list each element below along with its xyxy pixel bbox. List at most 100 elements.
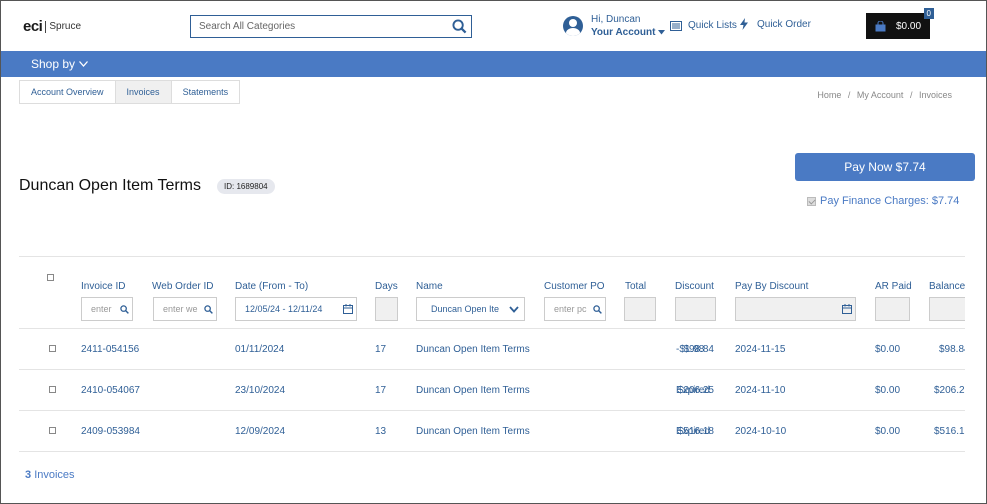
chevron-down-icon — [79, 61, 89, 67]
table-row[interactable]: 2410-054067 23/10/2024 17 Duncan Open It… — [19, 370, 965, 411]
table-row[interactable]: 2409-053984 12/09/2024 13 Duncan Open It… — [19, 411, 965, 452]
days-filter[interactable] — [375, 297, 398, 321]
invoice-id-link[interactable]: 2410-054067 — [81, 385, 140, 396]
logo-eci-text: eci — [23, 18, 43, 35]
invoice-id-filter[interactable]: enter — [81, 297, 133, 321]
quick-lists-link[interactable]: Quick Lists — [670, 20, 737, 31]
account-id-badge: ID: 1689804 — [217, 179, 275, 194]
invoice-pay-by-discount: 2024-11-15 — [735, 344, 786, 355]
cart-count-badge: 0 — [923, 8, 934, 19]
account-tabs: Account Overview Invoices Statements — [19, 80, 241, 104]
col-header-name[interactable]: Name — [416, 281, 443, 292]
invoice-discount: Expired — [676, 426, 710, 437]
invoice-days: 13 — [375, 426, 387, 437]
cart-button[interactable]: $0.00 0 — [866, 8, 934, 39]
invoice-days: 17 — [375, 344, 387, 355]
date-range-filter[interactable]: 12/05/24 - 12/11/24 — [235, 297, 357, 321]
col-header-pay-by-discount[interactable]: Pay By Discount — [735, 281, 808, 292]
date-range-value: 12/05/24 - 12/11/24 — [245, 304, 323, 314]
web-order-id-filter-placeholder: enter we — [163, 304, 198, 314]
user-avatar-icon — [563, 16, 583, 36]
web-order-id-filter[interactable]: enter we — [153, 297, 217, 321]
invoice-balance: $516.18 — [934, 426, 965, 437]
col-header-date[interactable]: Date (From - To) — [235, 281, 308, 292]
invoice-ar-paid: $0.00 — [875, 344, 901, 355]
customer-po-filter-placeholder: enter pc — [554, 304, 587, 314]
invoice-id-link[interactable]: 2409-053984 — [81, 426, 140, 437]
logo-spruce-text: Spruce — [49, 21, 82, 32]
invoice-date: 12/09/2024 — [235, 426, 286, 437]
row-select-checkbox[interactable] — [49, 386, 56, 393]
calendar-icon[interactable] — [839, 304, 855, 314]
invoice-name: Duncan Open Item Terms — [416, 344, 530, 355]
name-filter-value: Duncan Open Ite — [431, 304, 500, 314]
search-bar — [190, 15, 472, 38]
list-icon — [670, 20, 682, 31]
shop-by-label: Shop by — [31, 57, 76, 71]
main-nav-bar: Shop by — [1, 51, 986, 77]
col-header-web-order-id[interactable]: Web Order ID — [152, 281, 214, 292]
name-filter-select[interactable]: Duncan Open Ite — [416, 297, 525, 321]
search-input[interactable] — [191, 21, 447, 32]
caret-down-icon — [658, 30, 666, 35]
quick-lists-label: Quick Lists — [688, 20, 737, 31]
invoice-discount: -$1.98 — [676, 344, 705, 355]
invoice-balance: $98.84 — [939, 344, 965, 355]
account-menu[interactable]: Hi, Duncan Your Account — [563, 13, 666, 39]
invoice-date: 23/10/2024 — [235, 385, 286, 396]
row-select-checkbox[interactable] — [49, 345, 56, 352]
search-icon[interactable] — [447, 16, 471, 37]
search-icon[interactable] — [589, 304, 605, 314]
invoice-date: 01/11/2024 — [235, 344, 285, 355]
invoice-name: Duncan Open Item Terms — [416, 426, 530, 437]
greeting-text: Hi, Duncan — [591, 14, 641, 25]
breadcrumb-my-account[interactable]: My Account — [857, 90, 904, 100]
invoice-name: Duncan Open Item Terms — [416, 385, 530, 396]
invoice-count: 3 Invoices — [25, 469, 75, 481]
total-filter[interactable] — [624, 297, 656, 321]
invoice-pay-by-discount: 2024-11-10 — [735, 385, 786, 396]
table-row[interactable]: 2411-054156 01/11/2024 17 Duncan Open It… — [19, 329, 965, 370]
invoice-ar-paid: $0.00 — [875, 385, 901, 396]
col-header-days[interactable]: Days — [375, 281, 398, 292]
quick-order-link[interactable]: Quick Order — [740, 18, 811, 30]
tab-invoices[interactable]: Invoices — [115, 81, 172, 103]
page-title: Duncan Open Item Terms — [19, 177, 202, 194]
discount-filter[interactable] — [675, 297, 716, 321]
col-header-balance[interactable]: Balance — [929, 281, 965, 292]
col-header-invoice-id[interactable]: Invoice ID — [81, 281, 125, 292]
calendar-icon[interactable] — [340, 304, 356, 314]
select-all-checkbox[interactable] — [47, 274, 54, 281]
chevron-down-icon — [504, 305, 524, 313]
shop-by-menu[interactable]: Shop by — [31, 57, 89, 71]
tab-statements[interactable]: Statements — [171, 81, 240, 103]
top-header: eci Spruce Hi, Duncan Your Account Quick… — [1, 1, 986, 51]
lightning-bolt-icon — [740, 18, 748, 30]
shopping-bag-icon — [875, 20, 886, 31]
ar-paid-filter[interactable] — [875, 297, 910, 321]
col-header-discount[interactable]: Discount — [675, 281, 714, 292]
search-icon[interactable] — [200, 304, 216, 314]
search-icon[interactable] — [116, 304, 132, 314]
pay-now-button[interactable]: Pay Now $7.74 — [795, 153, 975, 181]
eci-spruce-logo[interactable]: eci Spruce — [23, 18, 81, 35]
breadcrumb-invoices: Invoices — [918, 90, 952, 100]
col-header-ar-paid[interactable]: AR Paid — [875, 281, 912, 292]
row-select-checkbox[interactable] — [49, 427, 56, 434]
balance-filter[interactable] — [929, 297, 965, 321]
tab-account-overview[interactable]: Account Overview — [20, 81, 116, 103]
customer-po-filter[interactable]: enter pc — [544, 297, 606, 321]
invoice-id-link[interactable]: 2411-054156 — [81, 344, 139, 355]
breadcrumb-separator: / — [909, 90, 913, 100]
col-header-total[interactable]: Total — [625, 281, 646, 292]
col-header-customer-po[interactable]: Customer PO — [544, 281, 605, 292]
logo-divider — [45, 20, 47, 33]
finance-charges-checkbox[interactable] — [807, 196, 816, 206]
pay-by-discount-filter[interactable] — [735, 297, 856, 321]
invoice-count-label: Invoices — [34, 469, 75, 481]
table-header-row: Invoice ID Web Order ID Date (From - To)… — [19, 257, 965, 329]
breadcrumb-home[interactable]: Home — [817, 90, 841, 100]
quick-order-label: Quick Order — [757, 18, 811, 30]
your-account-link[interactable]: Your Account — [591, 26, 666, 39]
cart-total: $0.00 — [895, 20, 922, 32]
